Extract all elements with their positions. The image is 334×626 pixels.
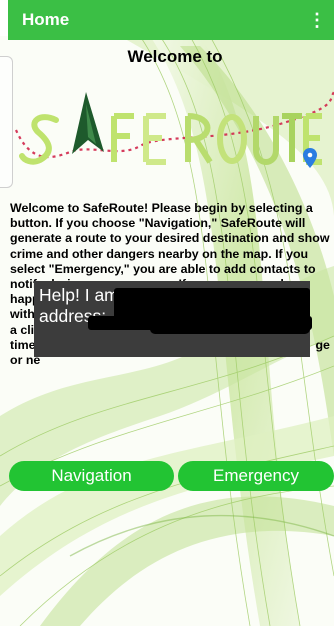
intro-partial-line-4-start: time: [10, 337, 36, 352]
intro-visible-text: Welcome to SafeRoute! Please begin by se…: [10, 201, 330, 276]
intro-partial-line-2-end: with: [10, 307, 35, 322]
navigation-button[interactable]: Navigation: [9, 461, 174, 491]
saferoute-logo: [14, 91, 334, 168]
app-bar-title: Home: [22, 10, 70, 29]
welcome-heading: Welcome to: [127, 47, 223, 66]
intro-partial-line-4-end: ge: [315, 337, 330, 352]
intro-partial-line-3-start: a cli: [10, 322, 35, 337]
address-redaction: [150, 324, 310, 334]
app-bar: Home ⋮: [8, 0, 334, 40]
overflow-menu-icon[interactable]: ⋮: [308, 11, 326, 29]
emergency-button[interactable]: Emergency: [178, 461, 334, 491]
